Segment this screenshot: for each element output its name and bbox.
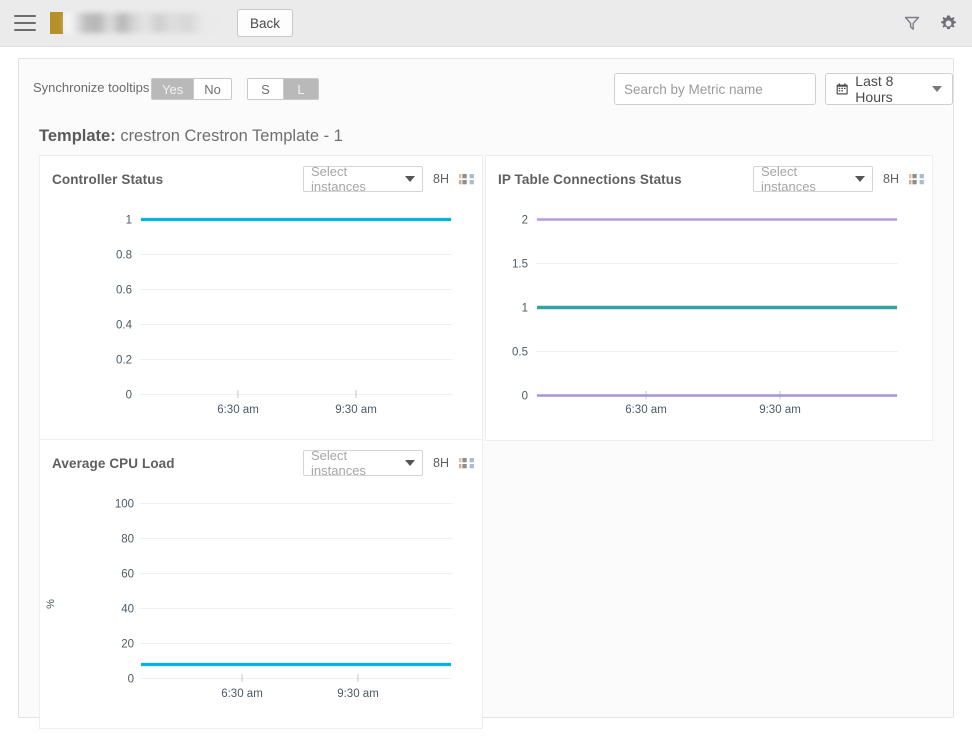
chevron-down-icon — [932, 86, 942, 92]
search-input[interactable] — [615, 74, 815, 104]
dashboard-container: Synchronize tooltips Yes No S L Search b… — [18, 58, 954, 729]
panel-controller-status: Controller Status Select instances 8H 1 … — [39, 155, 483, 441]
chevron-down-icon — [855, 176, 866, 182]
time-range-label: Last 8 Hours — [855, 73, 894, 105]
top-bar-left: Back — [0, 9, 294, 37]
panel-average-cpu-load: Average CPU Load Select instances 8H 100… — [39, 439, 483, 729]
svg-text:%: % — [45, 599, 57, 609]
size-large-option[interactable]: L — [283, 79, 318, 99]
svg-text:20: 20 — [121, 639, 134, 651]
svg-text:100: 100 — [115, 499, 134, 511]
sync-no-option[interactable]: No — [193, 79, 231, 99]
hamburger-icon[interactable] — [14, 15, 36, 31]
search-metric-box[interactable] — [614, 73, 816, 105]
select-instances-label: Select instances — [761, 164, 816, 194]
svg-text:6:30 am: 6:30 am — [625, 404, 667, 416]
page-title: Template: crestron Crestron Template - 1 — [39, 127, 343, 146]
size-small-option[interactable]: S — [248, 79, 283, 99]
brand-name-redacted — [65, 13, 215, 33]
calendar-icon — [836, 83, 848, 95]
back-button-label: Back — [250, 15, 281, 31]
svg-text:1: 1 — [522, 303, 528, 315]
synchronize-tooltips-toggle[interactable]: Yes No — [151, 78, 232, 100]
panel-interval-label: 8H — [433, 172, 449, 186]
control-row: Synchronize tooltips Yes No S L Search b… — [19, 59, 953, 121]
funnel-icon[interactable] — [903, 14, 921, 32]
svg-text:0.6: 0.6 — [116, 285, 132, 297]
svg-text:6:30 am: 6:30 am — [217, 404, 259, 416]
panel-header: Average CPU Load Select instances 8H — [40, 440, 482, 486]
panel-title: Controller Status — [52, 171, 164, 187]
svg-text:9:30 am: 9:30 am — [335, 404, 377, 416]
panel-header-controls: Select instances 8H — [303, 164, 474, 194]
svg-text:1: 1 — [126, 215, 132, 227]
brand-logo — [50, 10, 215, 36]
panel-interval-label: 8H — [883, 172, 899, 186]
top-bar: Back — [0, 0, 972, 47]
svg-text:6:30 am: 6:30 am — [221, 688, 263, 700]
brand-mark-icon — [50, 12, 63, 34]
svg-text:0.8: 0.8 — [116, 250, 132, 262]
svg-text:0.2: 0.2 — [116, 355, 132, 367]
page-body: Synchronize tooltips Yes No S L Search b… — [0, 47, 972, 737]
select-instances-dropdown[interactable]: Select instances — [753, 164, 874, 194]
page-title-prefix: Template: — [39, 127, 116, 145]
sync-yes-option[interactable]: Yes — [152, 79, 194, 99]
chevron-down-icon — [405, 176, 416, 182]
svg-text:0: 0 — [126, 390, 132, 402]
select-instances-label: Select instances — [311, 448, 366, 478]
svg-text:0: 0 — [128, 674, 134, 686]
legend-list-icon[interactable] — [459, 173, 474, 186]
select-instances-dropdown[interactable]: Select instances — [303, 448, 424, 478]
legend-list-icon[interactable] — [909, 173, 924, 186]
page-title-name: crestron Crestron Template - 1 — [120, 127, 343, 145]
time-range-picker[interactable]: Last 8 Hours — [825, 73, 953, 105]
panel-title: Average CPU Load — [52, 455, 175, 471]
svg-text:9:30 am: 9:30 am — [759, 404, 801, 416]
chart-average-cpu-load: 100 80 60 40 20 0 % 6:30 am 9:30 am — [40, 486, 482, 726]
panel-header: Controller Status Select instances 8H — [40, 156, 482, 202]
select-instances-dropdown[interactable]: Select instances — [303, 164, 424, 194]
svg-text:0.4: 0.4 — [116, 320, 133, 332]
svg-text:1.5: 1.5 — [512, 259, 528, 271]
panel-title: IP Table Connections Status — [498, 171, 682, 187]
panel-header-controls: Select instances 8H — [303, 448, 474, 478]
synchronize-tooltips-label: Synchronize tooltips — [33, 80, 150, 95]
panel-interval-label: 8H — [433, 456, 449, 470]
svg-text:80: 80 — [121, 534, 134, 546]
svg-text:2: 2 — [522, 215, 528, 227]
legend-list-icon[interactable] — [459, 457, 474, 470]
top-bar-right — [903, 14, 972, 33]
svg-text:40: 40 — [121, 604, 134, 616]
chart-controller-status: 1 0.8 0.6 0.4 0.2 0 6:30 am 9:30 am — [40, 202, 482, 440]
gear-icon[interactable] — [939, 14, 958, 33]
chevron-down-icon — [405, 460, 416, 466]
svg-text:0: 0 — [522, 391, 528, 403]
svg-text:9:30 am: 9:30 am — [337, 688, 379, 700]
back-button[interactable]: Back — [237, 9, 294, 37]
svg-text:0.5: 0.5 — [512, 347, 528, 359]
panel-header: IP Table Connections Status Select insta… — [486, 156, 932, 202]
panel-header-controls: Select instances 8H — [753, 164, 924, 194]
chart-ip-table-connections-status: 2 1.5 1 0.5 0 6:30 am 9:30 am — [486, 202, 932, 440]
svg-text:60: 60 — [121, 569, 134, 581]
panel-ip-table-connections-status: IP Table Connections Status Select insta… — [485, 155, 933, 441]
select-instances-label: Select instances — [311, 164, 366, 194]
chart-size-toggle[interactable]: S L — [247, 78, 319, 100]
